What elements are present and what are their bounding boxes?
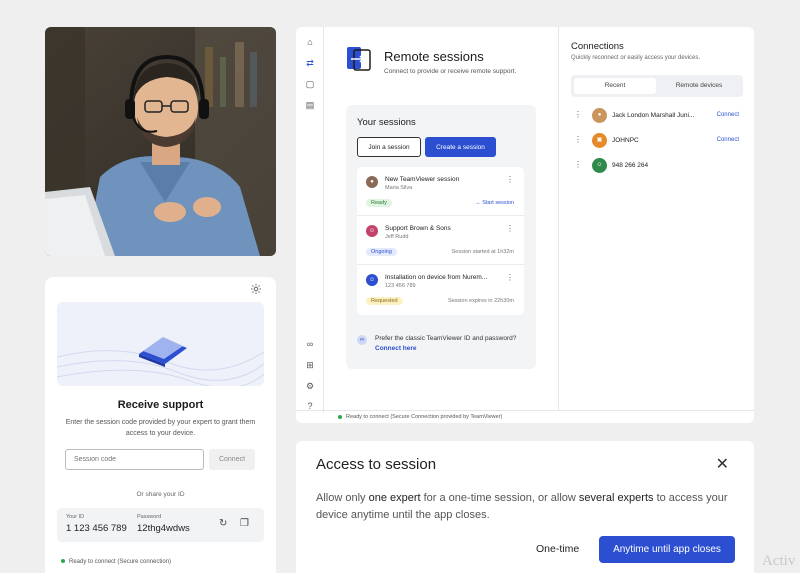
connections-panel: Connections Quickly reconnect or easily … — [558, 27, 754, 410]
connect-link[interactable]: Connect — [717, 112, 739, 118]
status-dot-icon — [338, 414, 342, 419]
avatar: ● — [592, 108, 607, 123]
activation-watermark: Activ — [762, 553, 796, 569]
session-code-input[interactable] — [65, 449, 204, 470]
person-headset-illustration — [45, 27, 276, 256]
computer-icon: ▣ — [592, 133, 607, 148]
tab-recent[interactable]: Recent — [574, 78, 656, 94]
connect-here-link[interactable]: Connect here — [375, 345, 417, 352]
refresh-icon[interactable]: ↻ — [219, 518, 227, 529]
page-title: Remote sessions — [384, 49, 484, 64]
one-time-button[interactable]: One-time — [536, 543, 579, 555]
session-name: New TeamViewer session — [385, 176, 460, 183]
more-options-icon[interactable]: ⋮ — [506, 273, 514, 282]
connection-name: 948 266 264 — [612, 162, 649, 169]
connection-status: Ready to connect (Secure connection) — [61, 559, 171, 565]
your-sessions-title: Your sessions — [357, 117, 416, 128]
link-icon[interactable]: ∞ — [304, 338, 316, 350]
settings-gear-icon[interactable] — [250, 283, 264, 297]
create-session-button[interactable]: Create a session — [425, 137, 496, 157]
session-name: Support Brown & Sons — [385, 225, 451, 232]
home-icon[interactable]: ⌂ — [304, 36, 316, 48]
classic-id-question: Prefer the classic TeamViewer ID and pas… — [375, 335, 517, 342]
copy-icon[interactable]: ❐ — [240, 518, 249, 529]
devices-icon[interactable]: ▤ — [304, 99, 316, 111]
body-emphasis-several-experts: several experts — [578, 492, 654, 504]
close-icon[interactable]: ✕ — [716, 454, 729, 474]
remote-sessions-icon[interactable]: ⇄ — [304, 57, 316, 69]
user-icon: ☺ — [366, 225, 378, 237]
session-item[interactable]: ● New TeamViewer session Maria Silva ⋮ R… — [357, 167, 524, 216]
dialog-title: Access to session — [316, 456, 437, 473]
more-options-icon[interactable]: ⋮ — [574, 160, 582, 169]
session-item[interactable]: ☺ Support Brown & Sons Jeff Rudd ⋮ Ongoi… — [357, 216, 524, 265]
receive-support-description: Enter the session code provided by your … — [65, 419, 256, 437]
body-text-1: Allow only — [316, 492, 369, 504]
connection-name: JOHNPC — [612, 137, 639, 144]
connection-status-text: Ready to connect (Secure connection) — [69, 559, 172, 565]
connections-subtitle: Quickly reconnect or easily access your … — [571, 55, 701, 61]
access-to-session-dialog: Access to session ✕ Allow only one exper… — [296, 441, 754, 573]
password-label: Password — [137, 514, 162, 520]
avatar: ● — [366, 176, 378, 188]
remote-sessions-logo-icon — [347, 47, 373, 73]
receive-illustration — [57, 302, 264, 386]
status-badge: Requested — [366, 297, 403, 305]
session-time: Session started at 1h32m — [451, 249, 514, 255]
connect-link[interactable]: Connect — [717, 137, 739, 143]
hero-photo — [45, 27, 276, 256]
session-name: Installation on device from Nurem... — [385, 274, 488, 281]
or-share-id-label: Or share your ID — [136, 491, 185, 498]
session-subtitle: Jeff Rudd — [385, 234, 409, 240]
app-status-bar: Ready to connect (Secure Connection prov… — [296, 410, 754, 423]
app-window: ⌂ ⇄ ▢ ▤ ∞ ⊞ ⚙ ? Remote sessions Connect … — [296, 27, 754, 423]
left-rail: ⌂ ⇄ ▢ ▤ ∞ ⊞ ⚙ ? — [296, 27, 324, 413]
session-subtitle: 123 456 789 — [385, 283, 416, 289]
your-sessions-panel: Your sessions Join a session Create a se… — [346, 105, 536, 369]
app-status-text: Ready to connect (Secure Connection prov… — [346, 414, 503, 420]
dialog-body: Allow only one expert for a one-time ses… — [316, 490, 736, 524]
chat-icon[interactable]: ▢ — [304, 78, 316, 90]
join-session-button[interactable]: Join a session — [357, 137, 421, 157]
receive-support-title: Receive support — [117, 399, 204, 411]
connection-item[interactable]: ⋮ ▣ JOHNPC Connect — [571, 133, 743, 151]
tab-remote-devices[interactable]: Remote devices — [658, 78, 740, 94]
connections-tabs: Recent Remote devices — [571, 75, 743, 97]
id-password-box: Your ID 1 123 456 789 Password 12thg4wdw… — [57, 508, 264, 542]
user-icon: ☺ — [366, 274, 378, 286]
status-dot-icon — [61, 559, 65, 564]
user-icon: ☺ — [592, 158, 607, 173]
receive-support-card: Receive support Enter the session code p… — [45, 277, 276, 573]
password-value: 12thg4wdws — [137, 523, 190, 534]
connection-item[interactable]: ⋮ ● Jack London Marshall Juni... Connect — [571, 108, 743, 126]
apps-icon[interactable]: ⊞ — [304, 359, 316, 371]
session-list: ● New TeamViewer session Maria Silva ⋮ R… — [357, 167, 524, 315]
status-badge: Ready — [366, 199, 392, 207]
connection-item[interactable]: ⋮ ☺ 948 266 264 — [571, 158, 743, 176]
link-icon: ∞ — [357, 335, 367, 345]
status-badge: Ongoing — [366, 248, 397, 256]
more-options-icon[interactable]: ⋮ — [574, 110, 582, 119]
session-item[interactable]: ☺ Installation on device from Nurem... 1… — [357, 265, 524, 314]
more-options-icon[interactable]: ⋮ — [574, 135, 582, 144]
your-id-label: Your ID — [66, 514, 85, 520]
your-id-value: 1 123 456 789 — [66, 523, 127, 534]
session-subtitle: Maria Silva — [385, 185, 413, 191]
connect-button[interactable]: Connect — [209, 449, 255, 470]
session-time: Session expires in 22h30m — [447, 298, 514, 304]
start-session-link[interactable]: → Start session — [475, 200, 514, 206]
connection-name: Jack London Marshall Juni... — [612, 112, 695, 119]
settings-icon[interactable]: ⚙ — [304, 380, 316, 392]
anytime-until-app-closes-button[interactable]: Anytime until app closes — [599, 536, 735, 563]
body-emphasis-one-expert: one expert — [368, 492, 421, 504]
body-text-2: for a one-time session, or allow — [420, 492, 579, 504]
more-options-icon[interactable]: ⋮ — [506, 175, 514, 184]
connections-title: Connections — [571, 41, 624, 52]
more-options-icon[interactable]: ⋮ — [506, 224, 514, 233]
page-subtitle: Connect to provide or receive remote sup… — [384, 68, 517, 75]
